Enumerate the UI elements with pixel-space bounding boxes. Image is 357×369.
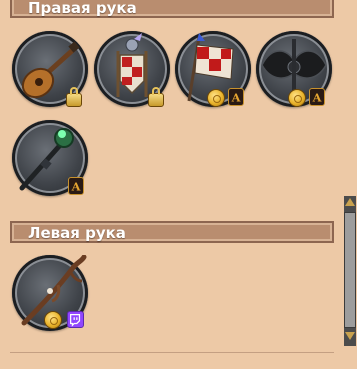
lock-icon (148, 87, 164, 107)
scroll-down-icon[interactable] (345, 332, 355, 340)
weapon-skin-panel: Правая рука A A A Левая рука (0, 0, 357, 369)
svg-text:A: A (231, 90, 241, 104)
coin-icon (44, 311, 62, 329)
coin-icon (288, 89, 306, 107)
right-hand-header: Правая рука (10, 0, 334, 18)
skin-slot-lute[interactable] (12, 31, 88, 107)
twitch-icon (67, 311, 84, 328)
scroll-up-icon[interactable] (345, 198, 355, 206)
left-hand-title: Левая рука (28, 224, 126, 242)
skin-slot-black-axe[interactable]: A (256, 31, 332, 107)
lock-icon (66, 87, 82, 107)
scrollbar-thumb[interactable] (344, 212, 356, 328)
svg-text:A: A (312, 90, 322, 104)
left-hand-header: Левая рука (10, 221, 334, 243)
right-hand-title: Правая рука (28, 0, 137, 17)
crest-a-icon: A (228, 88, 244, 106)
skin-slot-branch-staff[interactable] (12, 255, 88, 331)
bottom-divider (10, 352, 334, 353)
crest-a-icon: A (309, 88, 325, 106)
crest-a-icon: A (68, 177, 84, 195)
skin-slot-knight-banner[interactable] (94, 31, 170, 107)
svg-text:A: A (71, 179, 81, 193)
skin-slot-green-crystal-staff[interactable]: A (12, 120, 88, 196)
coin-icon (207, 89, 225, 107)
skin-slot-checkered-flag[interactable]: A (175, 31, 251, 107)
